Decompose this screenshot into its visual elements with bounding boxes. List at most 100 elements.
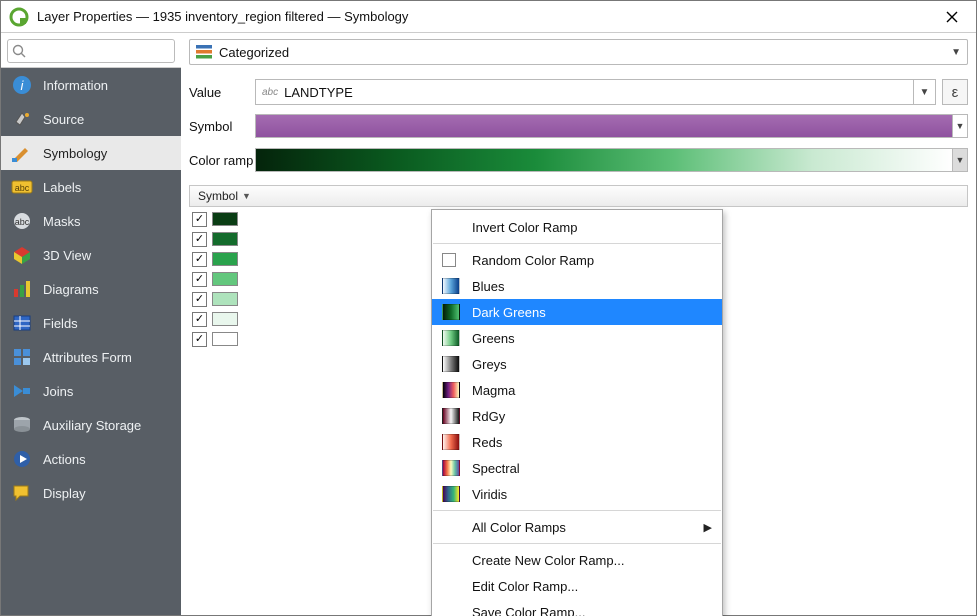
ramp-preview-icon bbox=[442, 356, 472, 372]
categorized-icon bbox=[196, 45, 212, 59]
nav-label: Masks bbox=[43, 214, 81, 229]
sidebar-item-joins[interactable]: Joins bbox=[1, 374, 181, 408]
menu-ramp-rdgy[interactable]: RdGy bbox=[432, 403, 722, 429]
category-checkbox[interactable]: ✓ bbox=[192, 252, 207, 267]
sidebar: iInformationSourceSymbologyabcLabelsabcM… bbox=[1, 33, 181, 615]
ramp-preview-icon bbox=[442, 408, 472, 424]
sidebar-item-attributes-form[interactable]: Attributes Form bbox=[1, 340, 181, 374]
menu-edit-ramp[interactable]: Edit Color Ramp... bbox=[432, 573, 722, 599]
sidebar-item-masks[interactable]: abc Masks bbox=[1, 204, 181, 238]
svg-text:abc: abc bbox=[15, 217, 30, 227]
ramp-name: Greys bbox=[472, 357, 712, 372]
nav-icon bbox=[11, 142, 33, 164]
category-swatch bbox=[212, 252, 238, 266]
menu-ramp-magma[interactable]: Magma bbox=[432, 377, 722, 403]
menu-ramp-viridis[interactable]: Viridis bbox=[432, 481, 722, 507]
sidebar-item-3d-view[interactable]: 3D View bbox=[1, 238, 181, 272]
nav-icon bbox=[11, 482, 33, 504]
ramp-name: Reds bbox=[472, 435, 712, 450]
color-ramp-label: Color ramp bbox=[189, 153, 255, 168]
close-button[interactable] bbox=[936, 3, 968, 31]
nav-icon bbox=[11, 278, 33, 300]
chevron-down-icon[interactable]: ▼ bbox=[913, 80, 935, 104]
category-swatch bbox=[212, 312, 238, 326]
value-label: Value bbox=[189, 85, 255, 100]
nav-label: Source bbox=[43, 112, 84, 127]
layer-properties-window: Layer Properties — 1935 inventory_region… bbox=[0, 0, 977, 616]
nav-label: Information bbox=[43, 78, 108, 93]
ramp-preview-icon bbox=[442, 330, 472, 346]
chevron-down-icon: ▼ bbox=[951, 47, 961, 58]
sidebar-item-fields[interactable]: Fields bbox=[1, 306, 181, 340]
sidebar-item-information[interactable]: i Information bbox=[1, 68, 181, 102]
category-checkbox[interactable]: ✓ bbox=[192, 292, 207, 307]
ramp-name: Viridis bbox=[472, 487, 712, 502]
category-table-header[interactable]: Symbol ▼ bbox=[189, 185, 968, 207]
ramp-name: RdGy bbox=[472, 409, 712, 424]
color-ramp-dropdown[interactable]: ▼ bbox=[953, 148, 968, 172]
qgis-icon bbox=[9, 7, 29, 27]
sidebar-item-labels[interactable]: abcLabels bbox=[1, 170, 181, 204]
menu-ramp-dark-greens[interactable]: Dark Greens bbox=[432, 299, 722, 325]
category-swatch bbox=[212, 212, 238, 226]
menu-ramp-spectral[interactable]: Spectral bbox=[432, 455, 722, 481]
nav-icon: abc bbox=[11, 176, 33, 198]
expression-button[interactable]: ε bbox=[942, 79, 968, 105]
category-checkbox[interactable]: ✓ bbox=[192, 332, 207, 347]
sidebar-search-input[interactable] bbox=[7, 39, 175, 63]
nav-label: Fields bbox=[43, 316, 78, 331]
ramp-preview-icon bbox=[442, 434, 472, 450]
category-swatch bbox=[212, 272, 238, 286]
menu-random-ramp[interactable]: Random Color Ramp bbox=[432, 247, 722, 273]
svg-text:abc: abc bbox=[15, 183, 30, 193]
menu-create-ramp[interactable]: Create New Color Ramp... bbox=[432, 547, 722, 573]
menu-ramp-blues[interactable]: Blues bbox=[432, 273, 722, 299]
menu-save-ramp[interactable]: Save Color Ramp... bbox=[432, 599, 722, 616]
sidebar-item-source[interactable]: Source bbox=[1, 102, 181, 136]
ramp-preview-icon bbox=[442, 278, 472, 294]
ramp-name: Dark Greens bbox=[472, 305, 712, 320]
nav-label: 3D View bbox=[43, 248, 91, 263]
ramp-name: Spectral bbox=[472, 461, 712, 476]
symbol-dropdown[interactable]: ▼ bbox=[953, 114, 968, 138]
nav-icon: i bbox=[11, 74, 33, 96]
symbol-swatch[interactable] bbox=[255, 114, 953, 138]
sidebar-item-auxiliary-storage[interactable]: Auxiliary Storage bbox=[1, 408, 181, 442]
nav-icon bbox=[11, 312, 33, 334]
category-checkbox[interactable]: ✓ bbox=[192, 232, 207, 247]
nav-label: Display bbox=[43, 486, 86, 501]
menu-invert-ramp[interactable]: Invert Color Ramp bbox=[432, 214, 722, 240]
nav-icon bbox=[11, 108, 33, 130]
category-checkbox[interactable]: ✓ bbox=[192, 212, 207, 227]
ramp-name: Greens bbox=[472, 331, 712, 346]
nav-label: Joins bbox=[43, 384, 73, 399]
value-field-combo[interactable]: abc LANDTYPE ▼ bbox=[255, 79, 936, 105]
sidebar-item-diagrams[interactable]: Diagrams bbox=[1, 272, 181, 306]
menu-ramp-reds[interactable]: Reds bbox=[432, 429, 722, 455]
symbol-label: Symbol bbox=[189, 119, 255, 134]
category-checkbox[interactable]: ✓ bbox=[192, 312, 207, 327]
col-symbol: Symbol bbox=[198, 189, 238, 203]
sidebar-item-symbology[interactable]: Symbology bbox=[1, 136, 181, 170]
ramp-preview-icon bbox=[442, 304, 472, 320]
field-type-icon: abc bbox=[262, 87, 278, 98]
color-ramp-menu: Invert Color Ramp Random Color Ramp Blue… bbox=[431, 209, 723, 616]
sidebar-item-actions[interactable]: Actions bbox=[1, 442, 181, 476]
main-panel: Categorized ▼ Value abc LANDTYPE ▼ ε Sym… bbox=[181, 33, 976, 615]
nav-icon bbox=[11, 346, 33, 368]
menu-ramp-greens[interactable]: Greens bbox=[432, 325, 722, 351]
sidebar-item-display[interactable]: Display bbox=[1, 476, 181, 510]
submenu-arrow-icon: ▶ bbox=[704, 521, 712, 534]
ramp-preview-icon bbox=[442, 460, 472, 476]
color-ramp-bar[interactable] bbox=[255, 148, 953, 172]
nav-label: Attributes Form bbox=[43, 350, 132, 365]
ramp-preview-icon bbox=[442, 382, 472, 398]
checkbox-empty-icon bbox=[442, 253, 472, 267]
window-title: Layer Properties — 1935 inventory_region… bbox=[37, 9, 936, 24]
ramp-name: Blues bbox=[472, 279, 712, 294]
category-checkbox[interactable]: ✓ bbox=[192, 272, 207, 287]
renderer-combo[interactable]: Categorized ▼ bbox=[189, 39, 968, 65]
category-swatch bbox=[212, 292, 238, 306]
menu-ramp-greys[interactable]: Greys bbox=[432, 351, 722, 377]
menu-all-ramps[interactable]: All Color Ramps ▶ bbox=[432, 514, 722, 540]
